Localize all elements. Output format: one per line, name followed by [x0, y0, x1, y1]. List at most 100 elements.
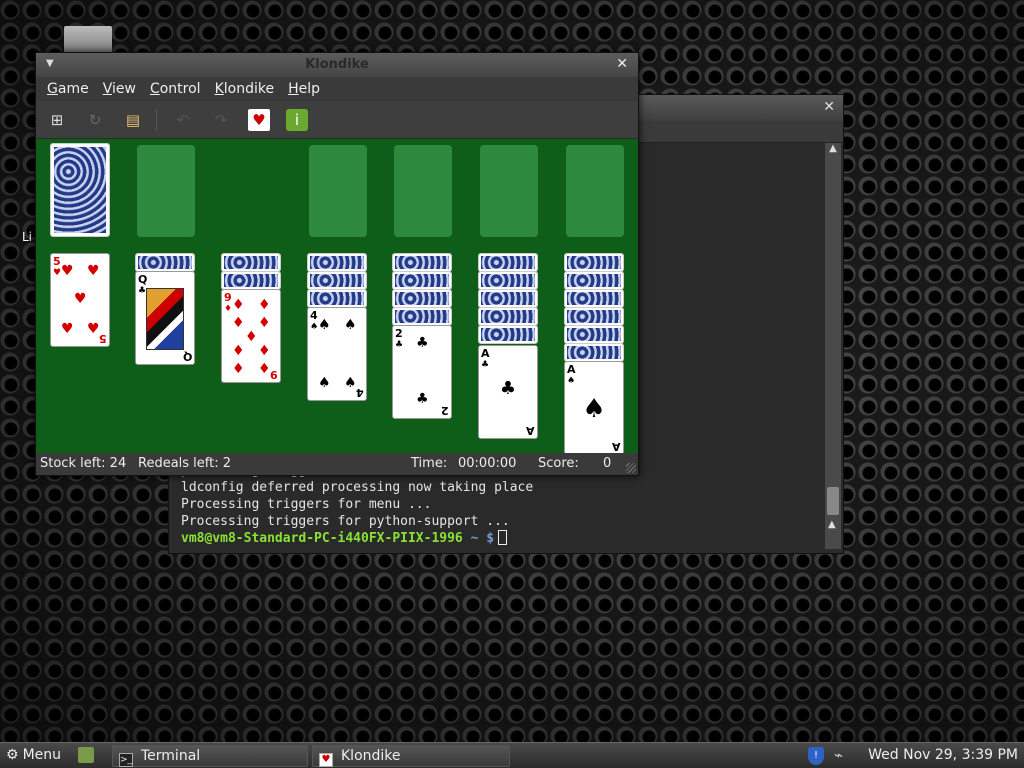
menu-game[interactable]: Game	[40, 77, 96, 101]
shield-icon[interactable]: !	[808, 747, 824, 765]
face-down-card	[392, 307, 452, 326]
undo-icon[interactable]: ↶	[172, 109, 194, 131]
card-pip: ♦	[232, 315, 245, 331]
card-rank: 2	[441, 404, 449, 417]
card-rank: A	[526, 424, 535, 437]
card-pip: ♠	[582, 394, 606, 424]
face-down-card	[392, 271, 452, 290]
prompt-user: vm8@vm8-Standard-PC-i440FX-PIIX-1996	[181, 531, 463, 546]
tableau-card[interactable]: 9 ♦ ♦ ♦ ♦ ♦ ♦ ♦ ♦ ♦ ♦ 9	[221, 289, 281, 383]
foundation-slot[interactable]	[566, 145, 624, 237]
face-down-card	[221, 253, 281, 272]
card-pip: ♠	[344, 317, 357, 333]
card-pip: ♦	[232, 297, 245, 313]
menu-help[interactable]: Help	[281, 77, 327, 101]
terminal-prompt[interactable]: vm8@vm8-Standard-PC-i440FX-PIIX-1996 ~ $	[181, 530, 533, 547]
start-menu-button[interactable]: ⚙ Menu	[6, 747, 61, 763]
face-down-card	[564, 307, 624, 326]
scroll-up-icon[interactable]: ▲	[825, 143, 841, 154]
close-icon[interactable]: ✕	[823, 99, 835, 115]
card-pip: ♥	[74, 291, 87, 307]
face-down-card	[392, 253, 452, 272]
prompt-path: ~ $	[462, 531, 495, 546]
task-label: Terminal	[141, 748, 201, 764]
window-title: Klondike	[305, 57, 369, 72]
face-down-card	[307, 271, 367, 290]
tableau-card[interactable]: 5 ♥ ♥ ♥ ♥ ♥ ♥ 5	[50, 253, 110, 347]
gear-icon: ⚙	[6, 747, 19, 763]
launcher-icon[interactable]	[78, 747, 94, 763]
terminal-scrollbar[interactable]: ▲ ▲	[825, 143, 841, 549]
card-suit: ♣	[138, 286, 147, 296]
klondike-window[interactable]: ▼ Klondike ✕ Game View Control Klondike …	[35, 52, 639, 476]
close-icon[interactable]: ✕	[616, 56, 628, 72]
tableau-card[interactable]: A ♣ ♣ A	[478, 345, 538, 439]
foundation-slot[interactable]	[309, 145, 367, 237]
network-icon[interactable]: ⌁	[834, 746, 843, 764]
card-rank: A	[612, 440, 621, 453]
face-down-card	[564, 325, 624, 344]
cards-icon: ♥	[319, 753, 333, 767]
taskbar-item-terminal[interactable]: >_ Terminal	[112, 745, 308, 767]
foundation-slot[interactable]	[394, 145, 452, 237]
tableau-card[interactable]: 4 ♠ ♠ ♠ ♠ ♠ 4	[307, 307, 367, 401]
menu-klondike[interactable]: Klondike	[208, 77, 282, 101]
face-down-card	[564, 289, 624, 308]
terminal-line: Processing triggers for python-support .…	[181, 514, 510, 529]
waste-slot[interactable]	[137, 145, 195, 237]
foundation-slot[interactable]	[480, 145, 538, 237]
scroll-thumb[interactable]	[827, 487, 839, 515]
scroll-up-icon[interactable]: ▲	[828, 519, 836, 530]
card-rank: 5	[99, 332, 107, 345]
face-down-card	[564, 271, 624, 290]
redeals-count: Redeals left: 2	[138, 456, 232, 471]
card-pip: ♦	[232, 343, 245, 359]
card-suit: ♣	[481, 360, 490, 370]
taskbar: ⚙ Menu >_ Terminal ♥ Klondike ! ⌁ Wed Nov 2…	[0, 742, 1024, 768]
card-pip: ♥	[61, 263, 74, 279]
card-pip: ♥	[87, 321, 100, 337]
card-pip: ♣	[416, 391, 429, 407]
desktop-icon-label: Li	[22, 230, 33, 244]
terminal-line: Processing triggers for menu ...	[181, 497, 432, 512]
face-down-card	[478, 271, 538, 290]
card-pip: ♣	[416, 335, 429, 351]
game-table[interactable]: 5 ♥ ♥ ♥ ♥ ♥ ♥ 5 Q ♣ Q 9 ♦ ♦ ♦ ♦ ♦ ♦ ♦ ♦ …	[36, 139, 638, 455]
menubar: Game View Control Klondike Help	[36, 77, 638, 101]
select-game-icon[interactable]: ▤	[122, 109, 144, 131]
clock[interactable]: Wed Nov 29, 3:39 PM	[868, 747, 1018, 763]
time-label: Time:	[411, 456, 448, 471]
card-pip: ♦	[258, 297, 271, 313]
card-suit: ♥	[53, 268, 62, 278]
stock-pile[interactable]	[50, 143, 110, 237]
terminal-line: ldconfig deferred processing now taking …	[181, 480, 534, 495]
stock-count: Stock left: 24	[40, 456, 127, 471]
score-label: Score:	[538, 456, 579, 471]
text-cursor	[498, 530, 508, 545]
tableau-card[interactable]: 2 ♣ ♣ ♣ 2	[392, 325, 452, 419]
face-down-card	[135, 253, 195, 272]
card-rank: 4	[356, 386, 364, 399]
deal-icon[interactable]: ♥	[248, 109, 270, 131]
tableau-card[interactable]: A ♠ ♠ A	[564, 361, 624, 455]
menu-view[interactable]: View	[96, 77, 143, 101]
resize-grip[interactable]	[626, 463, 636, 473]
tableau-card[interactable]: Q ♣ Q	[135, 271, 195, 365]
new-game-icon[interactable]: ⊞	[46, 109, 68, 131]
hint-icon[interactable]: i	[286, 109, 308, 131]
card-pip: ♥	[61, 321, 74, 337]
time-value: 00:00:00	[458, 456, 517, 471]
card-pip: ♣	[499, 378, 517, 399]
redo-icon[interactable]: ↷	[210, 109, 232, 131]
face-down-card	[478, 289, 538, 308]
menu-control[interactable]: Control	[143, 77, 208, 101]
score-value: 0	[603, 456, 612, 471]
klondike-titlebar[interactable]: ▼ Klondike ✕	[36, 53, 638, 77]
taskbar-item-klondike[interactable]: ♥ Klondike	[312, 745, 510, 767]
card-pip: ♦	[232, 361, 245, 377]
restart-icon[interactable]: ↻	[84, 109, 106, 131]
queen-artwork	[146, 288, 184, 350]
card-rank: Q	[182, 350, 192, 363]
start-menu-label: Menu	[22, 747, 62, 763]
card-pip: ♦	[245, 329, 258, 345]
